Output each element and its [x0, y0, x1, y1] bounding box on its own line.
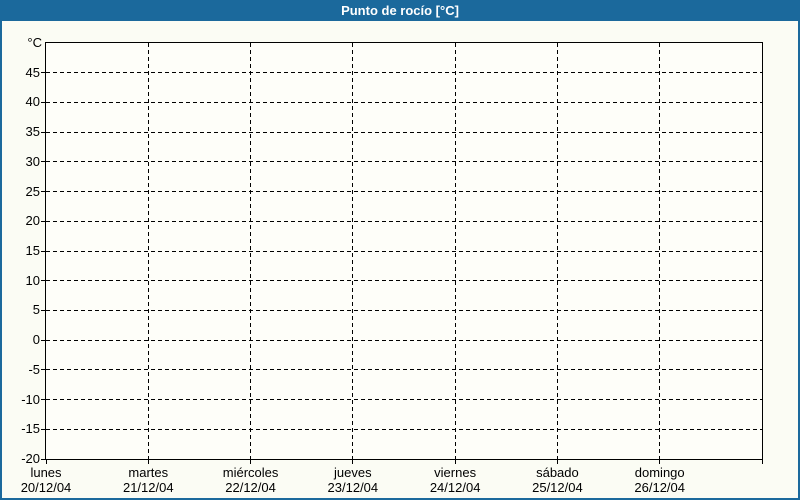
h-gridline — [46, 161, 762, 163]
y-tick-label: 30 — [25, 153, 40, 169]
h-gridline — [46, 369, 762, 371]
h-gridline — [46, 309, 762, 311]
y-tick-label: 10 — [25, 272, 40, 288]
y-tick-label: -15 — [21, 421, 40, 437]
x-tick — [556, 460, 558, 464]
y-tick-label: -20 — [21, 451, 40, 466]
x-tick — [659, 460, 661, 464]
x-category-label: jueves 23/12/04 — [302, 465, 404, 495]
y-tick — [41, 72, 45, 74]
y-tick — [41, 220, 45, 222]
h-gridline — [46, 428, 762, 430]
y-tick-label: 40 — [25, 94, 40, 110]
v-gridline — [659, 43, 661, 459]
x-day-label: sábado — [536, 465, 579, 480]
y-tick-label: 35 — [25, 124, 40, 140]
x-tick — [454, 460, 456, 464]
x-date-label: 24/12/04 — [429, 480, 481, 495]
x-date-label: 21/12/04 — [122, 480, 174, 495]
x-day-label: martes — [128, 465, 169, 480]
y-tick — [41, 428, 45, 430]
h-gridline — [46, 280, 762, 282]
x-day-label: jueves — [334, 465, 372, 480]
y-tick — [41, 399, 45, 401]
h-gridline — [46, 131, 762, 133]
x-category-label: domingo 26/12/04 — [609, 465, 711, 495]
y-tick-label: 0 — [32, 332, 40, 348]
v-gridline — [352, 43, 354, 459]
y-tick — [41, 339, 45, 341]
x-category-label: martes 21/12/04 — [97, 465, 199, 495]
v-gridline — [556, 43, 558, 459]
y-tick-label: -5 — [28, 361, 40, 377]
v-gridline — [147, 43, 149, 459]
v-gridline — [454, 43, 456, 459]
x-day-label: lunes — [30, 465, 62, 480]
h-gridline — [46, 191, 762, 193]
y-tick-label: 45 — [25, 64, 40, 80]
y-tick — [41, 191, 45, 193]
y-tick — [41, 280, 45, 282]
h-gridline — [46, 101, 762, 103]
x-date-label: 22/12/04 — [225, 480, 276, 495]
x-tick — [250, 460, 252, 464]
chart-window: Punto de rocío [°C] °C 45 40 35 30 25 20 15 10 5… — [0, 0, 800, 500]
x-date-label: 20/12/04 — [20, 480, 72, 495]
y-tick-label: 25 — [25, 183, 40, 199]
y-tick — [41, 250, 45, 252]
y-tick-label: 15 — [25, 243, 40, 258]
x-date-label: 23/12/04 — [327, 480, 379, 495]
chart-title-bar: Punto de rocío [°C] — [2, 2, 798, 21]
chart-title: Punto de rocío [°C] — [341, 3, 459, 18]
h-gridline — [46, 72, 762, 74]
x-category-label: miércoles 22/12/04 — [200, 465, 302, 495]
y-tick — [41, 458, 45, 460]
x-tick — [761, 460, 763, 464]
y-tick-label: 5 — [32, 302, 40, 318]
y-axis-unit-label: °C — [27, 35, 42, 50]
y-tick — [41, 161, 45, 163]
h-gridline — [46, 339, 762, 341]
v-gridline — [250, 43, 252, 459]
h-gridline — [46, 399, 762, 401]
x-tick — [352, 460, 354, 464]
h-gridline — [46, 220, 762, 222]
y-tick — [41, 101, 45, 103]
x-tick — [147, 460, 149, 464]
x-category-label: lunes 20/12/04 — [2, 465, 97, 495]
x-day-label: miércoles — [222, 465, 279, 480]
x-category-label: viernes 24/12/04 — [404, 465, 506, 495]
plot-area — [41, 42, 763, 464]
x-day-label: domingo — [634, 465, 685, 480]
y-tick-label: -10 — [21, 391, 40, 407]
x-tick — [45, 460, 47, 464]
y-tick-label: 20 — [25, 213, 40, 229]
h-gridline — [46, 250, 762, 252]
y-tick — [41, 131, 45, 133]
x-category-label: sábado 25/12/04 — [506, 465, 608, 495]
y-tick — [41, 309, 45, 311]
x-date-label: 26/12/04 — [634, 480, 685, 495]
y-tick — [41, 369, 45, 371]
x-day-label: viernes — [434, 465, 477, 480]
x-date-label: 25/12/04 — [532, 480, 583, 495]
